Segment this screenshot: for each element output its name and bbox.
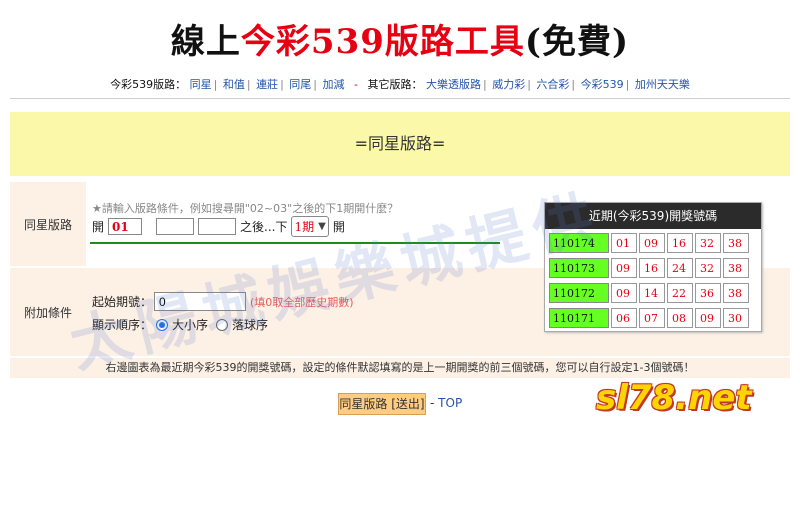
draw-ball: 38 [723,233,749,253]
page-title: 線上今彩539版路工具(免費) [0,14,800,63]
draw-ball: 07 [639,308,665,328]
draw-ball: 30 [723,308,749,328]
draw-row: 110171 06 07 08 09 30 [549,308,749,328]
chevron-down-icon: ▼ [318,221,326,232]
nav-link-lotto[interactable]: 大樂透版路 [426,78,481,91]
top-prefix: - [430,396,435,410]
draw-ball: 24 [667,258,693,278]
draw-ball: 32 [695,258,721,278]
recent-draws-title: 近期(今彩539)開獎號碼 [545,203,761,229]
radio-size-order-label[interactable]: 大小序 [172,316,208,333]
brand-logo: sl78.net [596,378,752,418]
top-nav: 今彩539版路： 同星 | 和值 | 連莊 | 同尾 | 加減 - 其它版路： 大樂透版… [110,78,690,91]
submit-button[interactable]: 同星版路 [送出] [338,393,426,415]
draw-ball: 01 [611,233,637,253]
order-line: 顯示順序： 大小序 落球序 [92,316,268,333]
draw-ball: 38 [723,283,749,303]
title-part-2: (免費) [524,22,630,62]
nav-link-539[interactable]: 今彩539 [581,78,624,91]
nav-link-power[interactable]: 威力彩 [492,78,525,91]
draw-ball: 16 [639,258,665,278]
title-part-red: 今彩539版路工具 [240,22,525,62]
draw-issue: 110174 [549,233,609,253]
nav-link-streak[interactable]: 連莊 [256,78,278,91]
info-note: 右邊圖表為最近期今彩539的開獎號碼，設定的條件默認填寫的是上一期開獎的前三個號… [10,358,790,378]
nav-link-california[interactable]: 加州天天樂 [635,78,690,91]
draw-ball: 14 [639,283,665,303]
order-label: 顯示順序： [92,318,153,332]
period-select-value: 1期 [294,220,315,234]
draw-ball: 16 [667,233,693,253]
section-banner: =同星版路= [10,112,790,176]
row-label-extra: 附加條件 [23,305,72,320]
page-header: 線上今彩539版路工具(免費) 今彩539版路： 同星 | 和值 | 連莊 | 同尾 |… [0,0,800,100]
nav-link-mark6[interactable]: 六合彩 [536,78,569,91]
draw-ball: 09 [611,283,637,303]
draw-issue: 110171 [549,308,609,328]
draw-ball: 22 [667,283,693,303]
period-select[interactable]: 1期 ▼ [291,216,329,237]
nav-label-other: 其它版路： [367,78,423,91]
draw-ball: 09 [611,258,637,278]
nav-link-sum[interactable]: 和值 [223,78,245,91]
nav-link-plus-minus[interactable]: 加減 [323,78,345,91]
start-period-input[interactable] [154,292,247,311]
nav-link-same-star[interactable]: 同星 [190,78,212,91]
row-label-same-star: 同星版路 [10,182,86,266]
draw-row: 110173 09 16 24 32 38 [549,258,749,278]
divider [10,98,790,99]
open-label: 開 [92,220,105,234]
draw-ball: 09 [695,308,721,328]
green-divider [90,242,500,244]
number-input-3[interactable] [198,218,237,235]
nav-dash: - [354,78,358,91]
radio-draw-order[interactable] [216,318,229,331]
draw-row: 110172 09 14 22 36 38 [549,283,749,303]
draw-ball: 06 [611,308,637,328]
draw-ball: 38 [723,258,749,278]
nav-label-539: 今彩539版路： [110,78,187,91]
after-label: 之後...下 [240,220,288,234]
recent-draws-panel: 近期(今彩539)開獎號碼 110174 01 09 16 32 38 1101… [544,202,762,332]
title-part-1: 線上 [170,22,241,62]
nav-link-same-tail[interactable]: 同尾 [289,78,311,91]
draw-issue: 110173 [549,258,609,278]
top-link[interactable]: TOP [438,396,462,410]
draw-ball: 32 [695,233,721,253]
radio-size-order[interactable] [156,318,169,331]
open-label-2: 開 [332,220,345,234]
draw-issue: 110172 [549,283,609,303]
draw-ball: 09 [639,233,665,253]
start-period-line: 起始期號： (填0取全部歷史期數) [92,292,354,311]
number-input-1[interactable] [108,218,143,235]
radio-draw-order-label[interactable]: 落球序 [232,316,268,333]
draw-ball: 36 [695,283,721,303]
start-label: 起始期號： [92,295,153,309]
draw-row: 110174 01 09 16 32 38 [549,233,749,253]
start-note: (填0取全部歷史期數) [250,295,354,309]
hint-text: ★請輸入版路條件，例如搜尋開"02~03"之後的下1期開什麼？ [92,202,399,215]
top-link-wrap: - TOP [430,396,462,410]
number-input-line: 開 之後...下 1期 ▼ 開 [92,216,345,237]
draw-ball: 08 [667,308,693,328]
number-input-2[interactable] [156,218,195,235]
